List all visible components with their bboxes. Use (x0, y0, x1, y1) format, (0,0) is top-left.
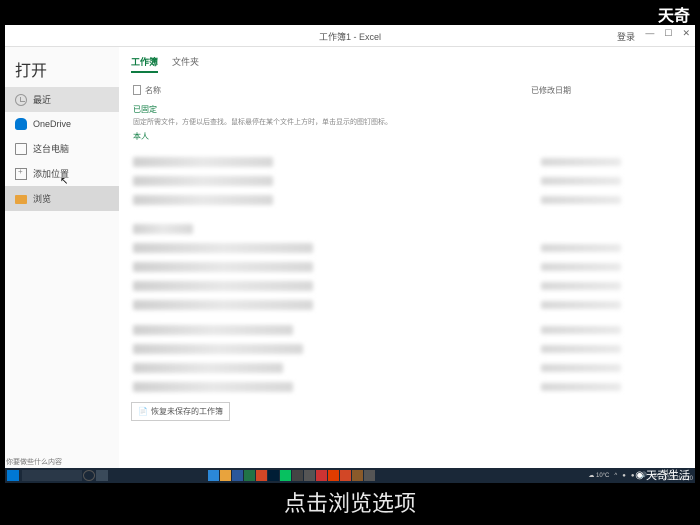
weather-widget[interactable]: ☁ 10°C (588, 472, 609, 479)
tray-app2[interactable]: ● (631, 473, 635, 479)
caption-text: 点击浏览选项 (284, 486, 416, 518)
sidebar-item-label: 这台电脑 (33, 142, 69, 155)
file-row[interactable] (131, 257, 683, 276)
taskview-icon[interactable] (96, 470, 108, 481)
window-title: 工作簿1 - Excel (319, 30, 381, 43)
minimize-button[interactable]: — (645, 28, 654, 39)
sidebar-item-label: OneDrive (33, 119, 71, 129)
column-date[interactable]: 已修改日期 (531, 85, 681, 96)
app-red[interactable] (316, 470, 327, 481)
app-explorer[interactable] (220, 470, 231, 481)
app-generic3[interactable] (352, 470, 363, 481)
close-button[interactable]: ✕ (682, 28, 690, 39)
tab-folders[interactable]: 文件夹 (172, 55, 199, 73)
column-name[interactable]: 名称 (145, 85, 161, 96)
file-row[interactable] (131, 171, 683, 190)
pinned-heading: 已固定 (133, 104, 681, 115)
file-row[interactable] (131, 339, 683, 358)
taskbar: ☁ 10°C ^ ● ● 🔊 中 11:242021/12/20 (5, 468, 695, 483)
sidebar-item-thispc[interactable]: 这台电脑 (5, 136, 119, 161)
watermark-logo: 天奇 (658, 2, 690, 26)
recover-icon: 📄 (138, 407, 148, 416)
title-bar: 工作簿1 - Excel 登录 — ☐ ✕ (5, 25, 695, 47)
file-list (131, 152, 683, 396)
login-link[interactable]: 登录 (617, 30, 635, 43)
folder-icon (15, 195, 27, 204)
sidebar-item-label: 最近 (33, 93, 51, 106)
file-row[interactable] (131, 295, 683, 314)
file-row[interactable] (131, 190, 683, 209)
onedrive-icon (15, 118, 27, 130)
file-row[interactable] (131, 358, 683, 377)
recover-button[interactable]: 📄 恢复未保存的工作簿 (131, 402, 230, 421)
file-row[interactable] (131, 238, 683, 257)
file-row[interactable] (131, 320, 683, 339)
status-hint: 你要做些什么内容 (6, 457, 62, 467)
document-icon (133, 85, 141, 95)
file-row[interactable] (131, 219, 683, 238)
taskbar-search[interactable] (22, 470, 82, 481)
personal-heading: 本人 (133, 131, 681, 142)
sidebar-item-label: 浏览 (33, 192, 51, 205)
cortana-icon[interactable] (83, 470, 95, 481)
tab-workbooks[interactable]: 工作簿 (131, 55, 158, 73)
tabs: 工作簿 文件夹 (131, 55, 683, 77)
app-generic2[interactable] (304, 470, 315, 481)
maximize-button[interactable]: ☐ (664, 28, 672, 39)
app-photoshop[interactable] (268, 470, 279, 481)
list-header: 名称 已修改日期 (131, 77, 683, 100)
page-title: 打开 (5, 51, 119, 87)
app-ppt2[interactable] (340, 470, 351, 481)
sidebar-item-addplace[interactable]: 添加位置 (5, 161, 119, 186)
app-generic[interactable] (292, 470, 303, 481)
pc-icon (15, 143, 27, 155)
file-row[interactable] (131, 377, 683, 396)
file-row[interactable] (131, 276, 683, 295)
content-area: 工作簿 文件夹 名称 已修改日期 已固定 固定所需文件，方便以后查找。鼠标悬停在… (119, 47, 695, 470)
file-row[interactable] (131, 152, 683, 171)
clock-icon (15, 94, 27, 106)
start-button[interactable] (7, 470, 19, 481)
app-ppt[interactable] (256, 470, 267, 481)
excel-window: 工作簿1 - Excel 登录 — ☐ ✕ 打开 最近 OneDrive 这台电… (5, 25, 695, 470)
app-wps[interactable] (328, 470, 339, 481)
app-generic4[interactable] (364, 470, 375, 481)
brand-logo: 天奇生活 (635, 467, 690, 483)
sidebar-item-recent[interactable]: 最近 (5, 87, 119, 112)
sidebar-item-onedrive[interactable]: OneDrive (5, 112, 119, 136)
app-wechat[interactable] (280, 470, 291, 481)
sidebar-item-browse[interactable]: 浏览 (5, 186, 119, 211)
tray-app1[interactable]: ● (622, 473, 626, 479)
app-word[interactable] (232, 470, 243, 481)
sidebar: 打开 最近 OneDrive 这台电脑 添加位置 浏览 (5, 47, 119, 470)
app-excel[interactable] (244, 470, 255, 481)
sidebar-item-label: 添加位置 (33, 167, 69, 180)
app-edge[interactable] (208, 470, 219, 481)
tray-chevron-icon[interactable]: ^ (614, 473, 617, 479)
pinned-desc: 固定所需文件，方便以后查找。鼠标悬停在某个文件上方时，单击显示的图钉图标。 (133, 117, 681, 127)
caption-banner: 点击浏览选项 (0, 483, 700, 525)
add-location-icon (15, 168, 27, 180)
